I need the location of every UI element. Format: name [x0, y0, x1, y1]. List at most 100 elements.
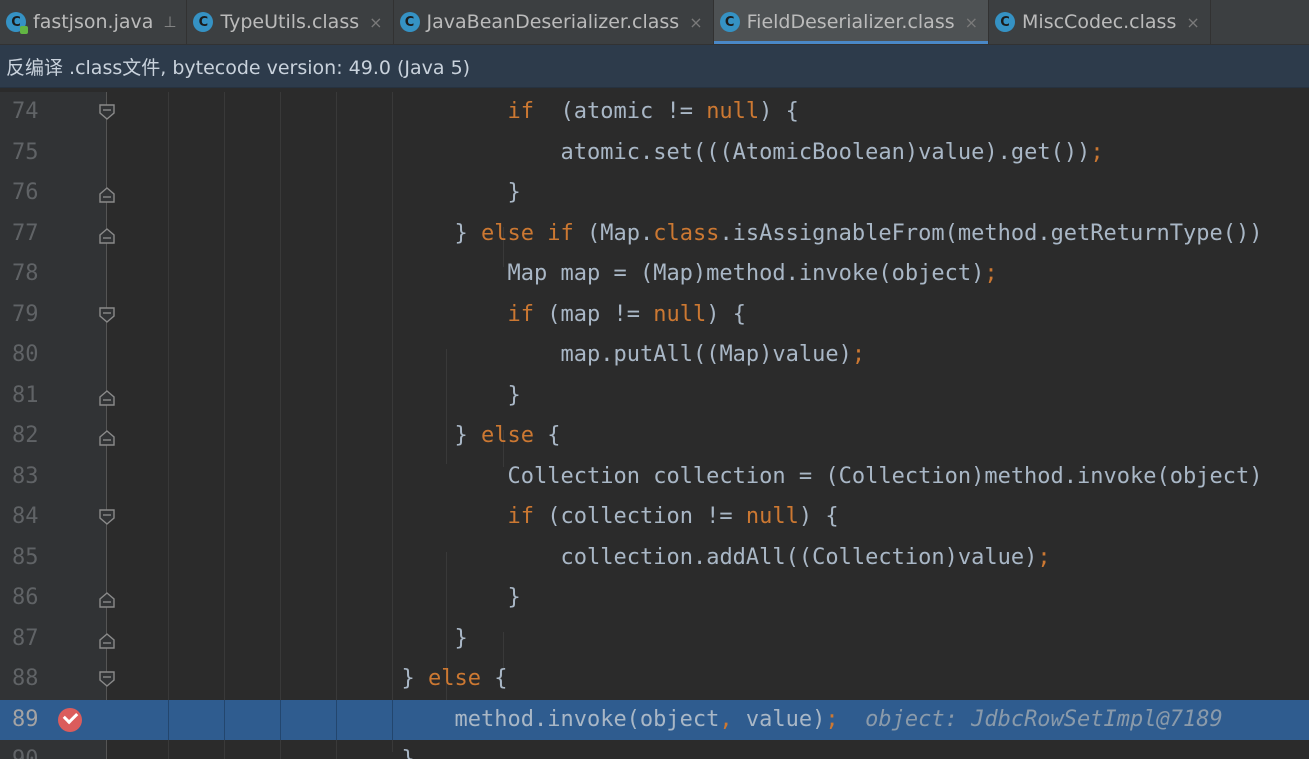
keyword-token: else: [481, 423, 534, 448]
editor-tab[interactable]: C JavaBeanDeserializer.class ×: [394, 0, 714, 44]
close-icon[interactable]: ×: [689, 13, 702, 32]
code-token: method.invoke(object: [454, 706, 720, 732]
line-number[interactable]: 75: [12, 133, 52, 173]
class-icon: C: [399, 12, 420, 32]
pin-icon[interactable]: ⊥: [163, 13, 176, 31]
editor-tab[interactable]: C FieldDeserializer.class ×: [713, 0, 990, 44]
code-text: map.putAll((Map)value);: [561, 335, 866, 375]
code-line[interactable]: 90}: [0, 740, 1309, 759]
code-token: }: [402, 747, 415, 759]
line-number[interactable]: 89: [12, 700, 52, 740]
code-line[interactable]: 77 } else if (Map.class.isAssignableFrom(…: [0, 214, 1309, 255]
code-text: Collection collection = (Collection)meth…: [508, 457, 1263, 497]
code-token: Collection collection = (Collection)meth…: [507, 463, 1263, 489]
breakpoint-icon[interactable]: [58, 707, 82, 732]
code-token: }: [401, 666, 428, 691]
indent-guide: [224, 699, 225, 740]
editor-tab[interactable]: C TypeUtils.class ×: [187, 0, 394, 44]
line-number[interactable]: 81: [12, 376, 52, 416]
line-number[interactable]: 77: [12, 214, 52, 254]
line-number[interactable]: 87: [12, 619, 52, 659]
code-line[interactable]: 76}: [0, 173, 1309, 214]
indent-guide: [336, 699, 337, 740]
code-text: }: [402, 740, 415, 759]
code-token: {: [480, 666, 508, 691]
code-line[interactable]: 79 if (map != null) {: [0, 295, 1309, 336]
line-number[interactable]: 76: [12, 173, 52, 213]
line-number[interactable]: 84: [12, 497, 52, 537]
code-line[interactable]: 82 } else {: [0, 416, 1309, 457]
line-number[interactable]: 80: [12, 335, 52, 375]
class-icon: C: [719, 12, 740, 32]
code-text: Map map = (Map)method.invoke(object);: [508, 254, 998, 294]
indent-guide: [168, 699, 169, 740]
editor-tab-bar: Cfastjson.java ⊥ C TypeUtils.class × C JavaBea…: [0, 0, 1309, 45]
code-line[interactable]: 84 if (collection != null) {: [0, 497, 1309, 538]
punctuation-token: ;: [1037, 544, 1051, 570]
code-line[interactable]: 75 atomic.set(((AtomicBoolean)value).get(…: [0, 133, 1309, 174]
code-line[interactable]: 80 map.putAll((Map)value);: [0, 335, 1309, 376]
code-token: }: [507, 382, 521, 408]
code-token: }: [507, 180, 521, 205]
punctuation-token: ;: [825, 706, 839, 732]
close-icon[interactable]: ×: [965, 13, 978, 32]
fold-end-icon[interactable]: [99, 389, 115, 406]
code-token: (map !=: [534, 301, 654, 327]
fold-end-icon[interactable]: [99, 187, 115, 203]
code-line[interactable]: 83 Collection collection = (Collection)me…: [0, 457, 1309, 498]
line-number[interactable]: 74: [12, 92, 52, 132]
keyword-token: if: [507, 301, 535, 327]
punctuation-token: ;: [851, 342, 866, 367]
code-text: }: [508, 376, 521, 416]
class-icon: C: [193, 12, 214, 32]
fold-end-icon[interactable]: [99, 592, 115, 608]
fold-end-icon[interactable]: [99, 430, 115, 446]
java-class-icon: C: [6, 12, 28, 34]
code-line[interactable]: 86}: [0, 578, 1309, 619]
code-line[interactable]: 78 Map map = (Map)method.invoke(object);: [0, 254, 1309, 295]
line-number[interactable]: 88: [12, 659, 52, 699]
line-number[interactable]: 78: [12, 254, 52, 294]
tab-label: FieldDeserializer.class: [746, 11, 955, 33]
code-text: if (atomic != null) {: [508, 92, 799, 132]
close-icon[interactable]: ×: [369, 13, 382, 32]
code-text: if (collection != null) {: [508, 497, 839, 537]
line-number[interactable]: 82: [12, 416, 52, 456]
indent-guide: [280, 699, 281, 740]
line-number[interactable]: 85: [12, 538, 52, 578]
editor-tab[interactable]: C MiscCodec.class ×: [989, 0, 1211, 44]
code-line[interactable]: 88} else {: [0, 659, 1309, 700]
code-line[interactable]: 74 if (atomic != null) {: [0, 92, 1309, 133]
fold-collapse-icon[interactable]: [99, 104, 115, 120]
punctuation-token: ;: [984, 261, 998, 286]
code-text: }: [508, 173, 521, 213]
code-token: (collection !=: [534, 504, 746, 529]
line-number[interactable]: 90: [12, 740, 52, 759]
code-line[interactable]: 81}: [0, 376, 1309, 417]
line-number[interactable]: 86: [12, 578, 52, 618]
class-icon: C: [995, 12, 1016, 32]
keyword-token: if: [507, 99, 535, 124]
fold-collapse-icon[interactable]: [99, 509, 115, 525]
code-text: }: [455, 619, 468, 659]
code-line[interactable]: 87}: [0, 619, 1309, 660]
code-text: collection.addAll((Collection)value);: [561, 538, 1051, 578]
fold-end-icon[interactable]: [99, 632, 115, 649]
line-number[interactable]: 83: [12, 457, 52, 497]
indent-guide: [392, 699, 393, 740]
current-execution-line[interactable]: 89 method.invoke(object, value); object: …: [0, 699, 1309, 740]
fold-collapse-icon[interactable]: [99, 671, 115, 687]
code-text: atomic.set(((AtomicBoolean)value).get())…: [561, 133, 1104, 173]
code-text: } else {: [455, 416, 561, 456]
code-token: collection.addAll((Collection)value): [560, 544, 1038, 570]
close-icon[interactable]: ×: [1186, 13, 1199, 32]
fold-collapse-icon[interactable]: [99, 306, 115, 323]
tab-label: JavaBeanDeserializer.class: [426, 11, 680, 33]
decompiled-info-text: 反编译 .class文件, bytecode version: 49.0 (Ja…: [6, 56, 471, 79]
fold-end-icon[interactable]: [99, 227, 115, 244]
code-text: } else if (Map.class.isAssignableFrom(me…: [455, 214, 1263, 254]
code-editor[interactable]: 74 if (atomic != null) { 75 atomic.set(((At…: [0, 92, 1309, 759]
editor-tab[interactable]: Cfastjson.java ⊥: [0, 0, 188, 44]
line-number[interactable]: 79: [12, 295, 52, 335]
code-line[interactable]: 85 collection.addAll((Collection)value);: [0, 538, 1309, 579]
